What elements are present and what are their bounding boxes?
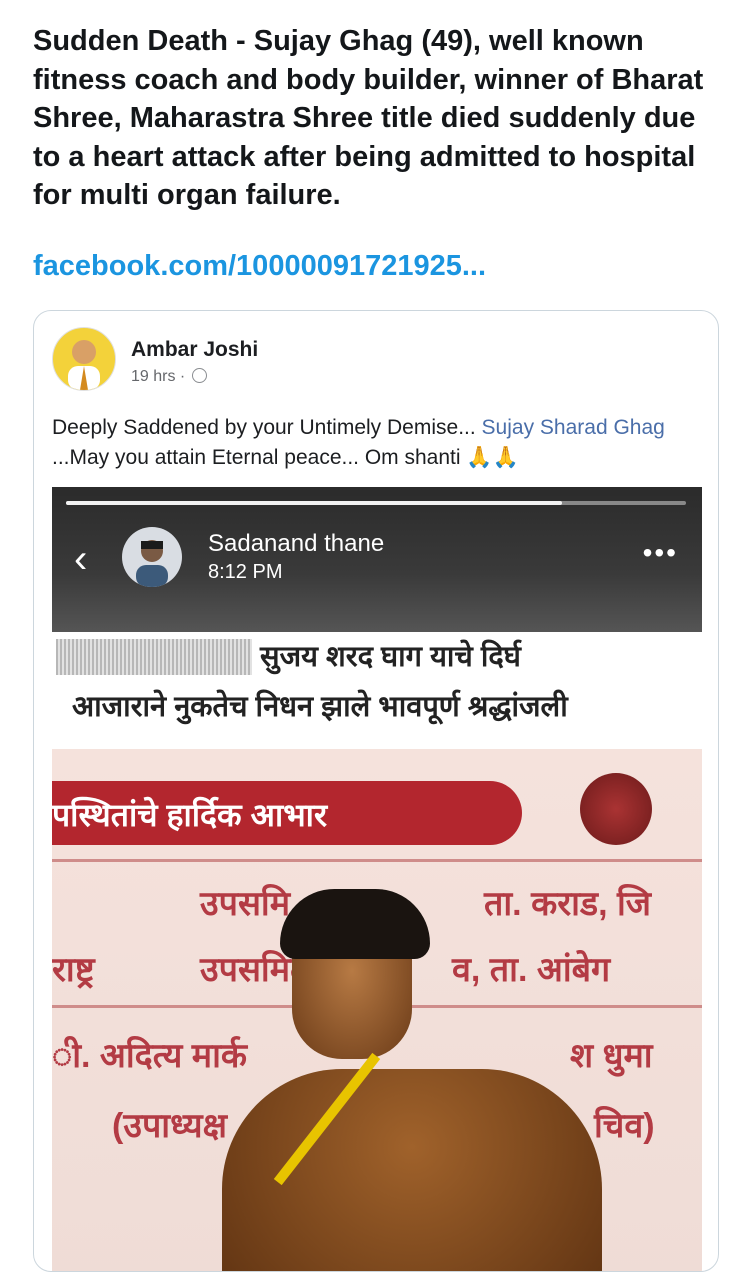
sign-text: चिव) xyxy=(594,1107,655,1145)
story-caption: सुजय शरद घाग याचे दिर्घ आजाराने नुकतेच न… xyxy=(52,632,702,747)
tweet-text: Sudden Death - Sujay Ghag (49), well kno… xyxy=(33,25,704,211)
chevron-left-icon[interactable]: ‹ xyxy=(74,537,87,582)
bodybuilder-photo: पस्थितांचे हार्दिक आभार उपसमि ता. कराड, … xyxy=(52,749,702,1271)
facebook-link[interactable]: facebook.com/10000091721925... xyxy=(33,250,486,283)
post-time: 19 hrs · xyxy=(131,368,190,385)
more-dots-icon[interactable]: ••• xyxy=(643,537,678,569)
author-name[interactable]: Ambar Joshi xyxy=(131,338,258,362)
post-text-before: Deeply Saddened by your Untimely Demise.… xyxy=(52,416,482,439)
blurred-text xyxy=(56,639,252,675)
person-avatar-icon[interactable] xyxy=(52,327,116,391)
banner-text: पस्थितांचे हार्दिक आभार xyxy=(52,797,328,833)
story-author-name[interactable]: Sadanand thane xyxy=(208,530,384,558)
tagged-profile-link[interactable]: Sujay Sharad Ghag xyxy=(482,416,665,439)
shared-story-screenshot[interactable]: ‹ Sadanand thane 8:12 PM ••• सुजय शरद घा… xyxy=(52,487,702,1271)
sign-text: श धुमा xyxy=(570,1037,653,1075)
post-text-after: ...May you attain Eternal peace... Om sh… xyxy=(52,446,519,469)
bodybuilder-figure xyxy=(222,889,602,1271)
story-time: 8:12 PM xyxy=(208,561,283,583)
divider xyxy=(52,859,702,862)
sign-text: ता. कराड, जि xyxy=(484,885,652,923)
story-avatar[interactable] xyxy=(122,527,182,587)
story-progress-bar xyxy=(66,501,686,505)
globe-icon xyxy=(191,368,207,383)
embedded-facebook-post[interactable]: Ambar Joshi 19 hrs · Deeply Saddened by … xyxy=(33,310,719,1272)
post-meta: 19 hrs · xyxy=(131,368,207,386)
story-header: ‹ Sadanand thane 8:12 PM ••• xyxy=(52,487,702,632)
story-progress-fill xyxy=(66,501,562,505)
caption-line-2: आजाराने नुकतेच निधन झाले भावपूर्ण श्रद्ध… xyxy=(72,691,568,723)
flower-decoration xyxy=(580,773,652,845)
hair xyxy=(280,889,430,959)
post-text: Deeply Saddened by your Untimely Demise.… xyxy=(52,413,692,473)
sign-text: ी. अदित्य मार्क xyxy=(52,1037,248,1075)
caption-line-1: सुजय शरद घाग याचे दिर्घ xyxy=(260,641,521,673)
sign-text: (उपाध्यक्ष xyxy=(112,1107,227,1145)
sign-text: राष्ट्र xyxy=(52,951,95,989)
